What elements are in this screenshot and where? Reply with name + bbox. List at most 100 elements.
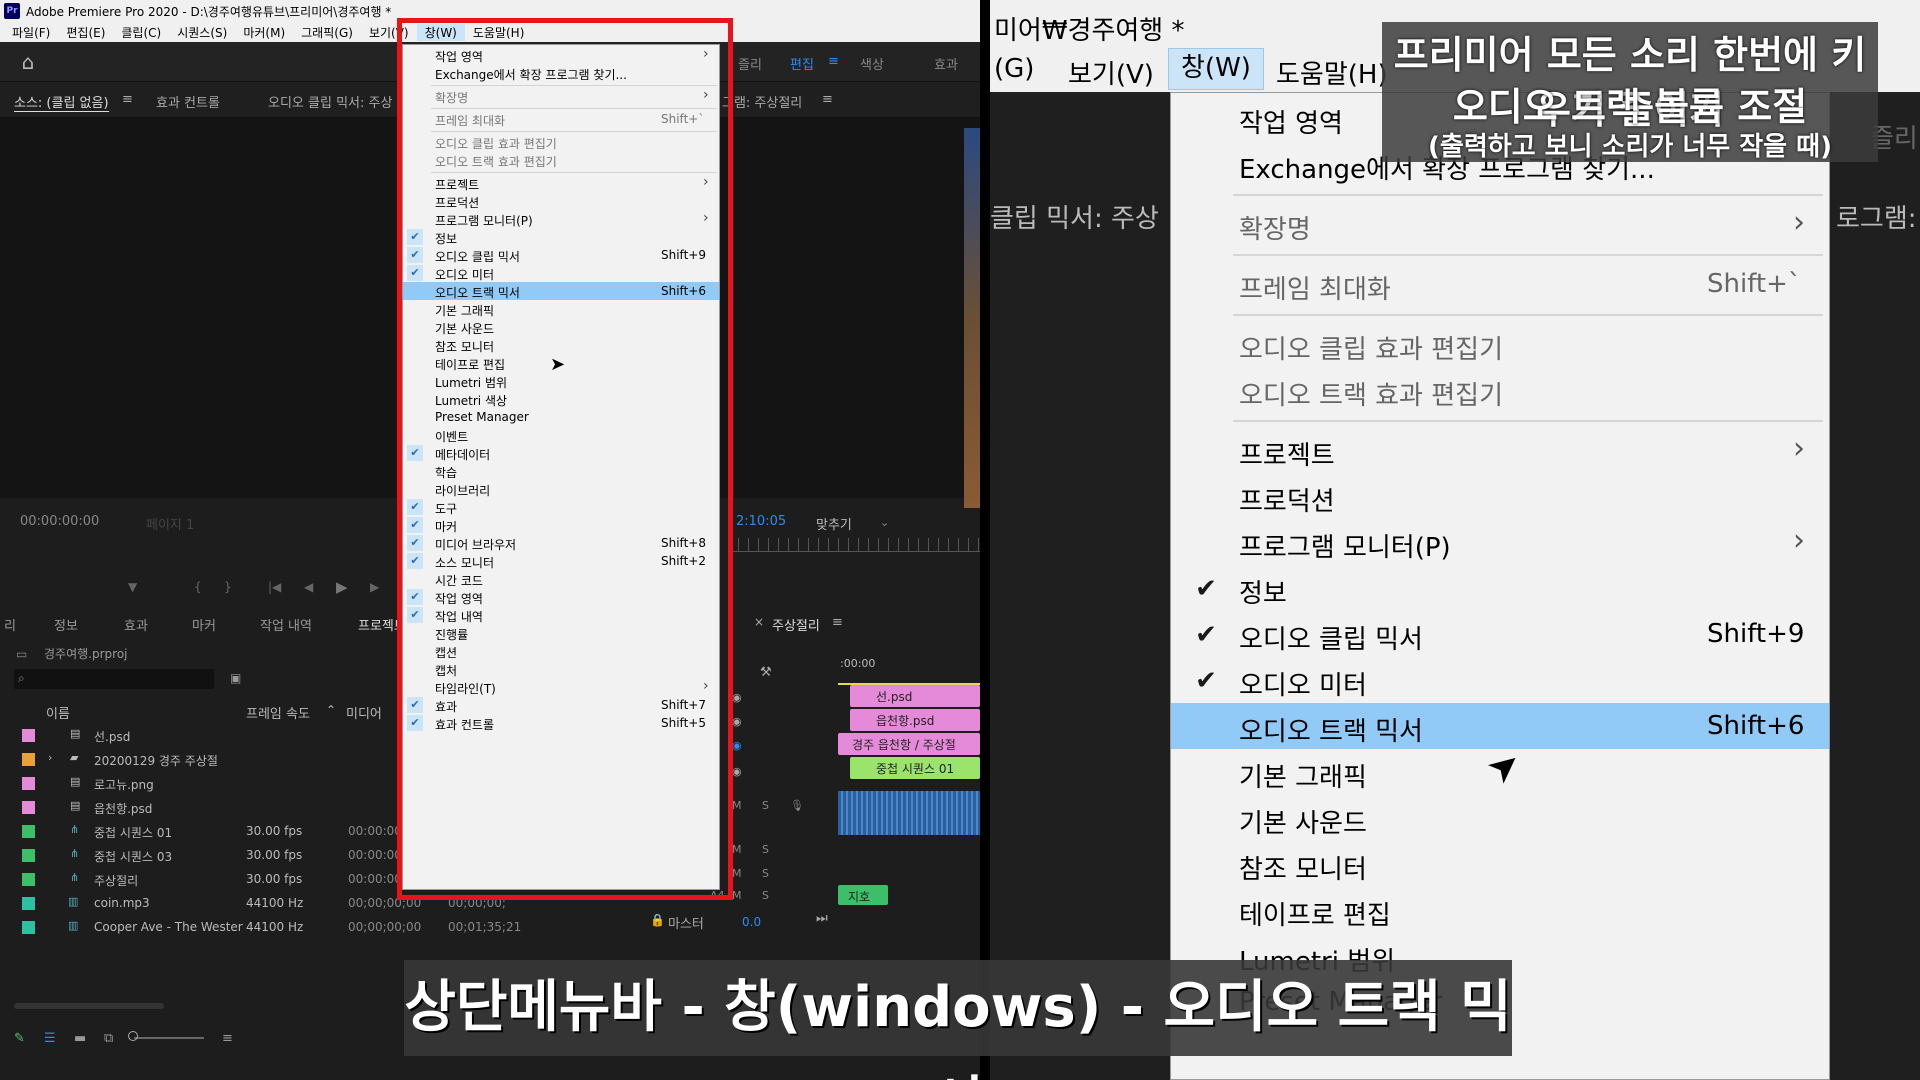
mark-out-icon[interactable]: } [224, 580, 232, 594]
new-bin-icon[interactable]: ▣ [230, 671, 241, 685]
workspace-tab-edit[interactable]: 편집 [790, 54, 814, 73]
program-ruler[interactable] [728, 538, 980, 552]
audio-waveform-clip[interactable] [838, 791, 980, 835]
timeline-clip[interactable]: 중첩 시퀀스 01 [850, 757, 980, 779]
workspace-tab-effects[interactable]: 효과 [934, 54, 958, 73]
tab-info[interactable]: 정보 [54, 615, 78, 634]
lock-icon[interactable]: 🔒 [650, 913, 665, 927]
tab-effects[interactable]: 효과 [124, 615, 148, 634]
project-name: 경주여행.prproj [44, 647, 128, 661]
list-item[interactable]: ▥ Cooper Ave - The Wester 44100 Hz 00;00… [18, 915, 538, 939]
mark-in-icon[interactable]: { [194, 580, 202, 594]
go-to-end-icon[interactable]: ⏭ [816, 911, 828, 926]
project-scrollbar[interactable] [14, 1003, 164, 1009]
play-icon[interactable]: ▶ [336, 578, 348, 596]
eye-icon[interactable]: ◉ [732, 691, 742, 704]
menu-item-label: 테이프로 편집 [1239, 901, 1391, 931]
column-frame-rate[interactable]: 프레임 속도 [246, 703, 310, 722]
home-icon[interactable]: ⌂ [14, 50, 42, 74]
tab-history[interactable]: 작업 내역 [260, 615, 312, 634]
zoom-menu-item-20[interactable]: 테이프로 편집 [1171, 887, 1829, 933]
item-name: 읍천항.psd [94, 802, 153, 816]
zoom-slider[interactable] [128, 1031, 204, 1041]
solo-icon[interactable]: S [762, 843, 769, 856]
tab-program[interactable]: 그램: 주상절리 [722, 92, 802, 111]
icon-view-icon[interactable]: ▬ [74, 1031, 86, 1046]
workspace-tab-assembly[interactable]: 즐리 [738, 54, 762, 73]
menu-file[interactable]: 파일(F) [4, 24, 58, 41]
zoom-menu-graphics[interactable]: (G) [994, 54, 1034, 84]
chevron-right-icon[interactable]: › [48, 751, 52, 764]
premiere-window: Pr Adobe Premiere Pro 2020 - D:\경주여행유튜브\… [0, 0, 980, 1080]
sort-icon[interactable]: ≡ [222, 1031, 233, 1046]
mute-icon[interactable]: M [732, 799, 742, 812]
zoom-menu-item-14[interactable]: ✔ 오디오 클립 믹서 Shift+9 [1171, 611, 1829, 657]
chevron-right-icon: › [1793, 205, 1805, 240]
timeline-clip[interactable]: 경주 읍천항 / 주상절 [838, 733, 980, 755]
zoom-slider-handle[interactable] [128, 1031, 138, 1041]
freeform-view-icon[interactable]: ⧉ [104, 1031, 113, 1046]
project-search-input[interactable]: ⌕ [14, 669, 214, 689]
timeline-clip[interactable]: 지호 [838, 885, 888, 905]
microphone-icon[interactable]: 🎙 [790, 799, 804, 812]
marker-icon[interactable]: ▼ [128, 580, 137, 594]
mute-icon[interactable]: M [732, 889, 742, 902]
step-back-icon[interactable]: ◀ [304, 580, 313, 594]
eye-icon[interactable]: ◉ [732, 765, 742, 778]
zoom-menu-help[interactable]: 도움말(H) [1276, 54, 1388, 91]
menu-clip[interactable]: 클립(C) [113, 24, 169, 41]
zoom-menu-item-10[interactable]: 프로젝트 › [1171, 427, 1829, 473]
item-media-start: 00;00;00;00 [348, 920, 422, 934]
solo-icon[interactable]: S [762, 889, 769, 902]
menu-marker[interactable]: 마커(M) [235, 24, 293, 41]
menu-graphics[interactable]: 그래픽(G) [293, 24, 361, 41]
menu-edit[interactable]: 편집(E) [58, 24, 113, 41]
zoom-menu-item-15[interactable]: ✔ 오디오 미터 [1171, 657, 1829, 703]
timeline-clip[interactable]: 선.psd [850, 685, 980, 707]
source-timecode[interactable]: 00:00:00:00 [20, 514, 99, 529]
mute-icon[interactable]: M [732, 867, 742, 880]
sequence-icon: ⋔ [70, 847, 80, 860]
tab-timeline-sequence[interactable]: 주상절리 [772, 615, 820, 634]
chevron-down-icon[interactable]: ⌄ [880, 516, 889, 529]
workspace-tab-color[interactable]: 색상 [860, 54, 884, 73]
step-forward-icon[interactable]: ▶ [370, 580, 379, 594]
zoom-menu-item-18[interactable]: 기본 사운드 [1171, 795, 1829, 841]
wrench-icon[interactable]: ⚒ [760, 665, 772, 680]
solo-icon[interactable]: S [762, 799, 769, 812]
hamburger-icon[interactable]: ≡ [828, 54, 839, 69]
hamburger-icon[interactable]: ≡ [832, 615, 843, 630]
zoom-menu-window[interactable]: 창(W) [1168, 48, 1264, 90]
timeline-clip[interactable]: 읍천항.psd [850, 709, 980, 731]
tab-audio-clip-mixer[interactable]: 오디오 클립 믹서: 주상 [268, 92, 392, 111]
source-page-select[interactable]: 페이지 1 [146, 514, 194, 533]
zoom-menu-item-19[interactable]: 참조 모니터 [1171, 841, 1829, 887]
program-monitor: 2:10:05 맞추기 ⌄ [700, 118, 980, 533]
list-view-icon[interactable]: ☰ [44, 1031, 56, 1046]
menu-sequence[interactable]: 시퀀스(S) [169, 24, 235, 41]
close-icon[interactable]: × [754, 615, 764, 629]
mute-icon[interactable]: M [732, 843, 742, 856]
tab-libraries[interactable]: 리 [4, 615, 16, 634]
zoom-menu-item-11[interactable]: 프로덕션 [1171, 473, 1829, 519]
eye-icon[interactable]: ◉ [732, 739, 742, 752]
zoom-menu-item-12[interactable]: 프로그램 모니터(P) › [1171, 519, 1829, 565]
pencil-icon[interactable]: ✎ [14, 1031, 25, 1046]
hamburger-icon[interactable]: ≡ [822, 92, 833, 107]
column-name[interactable]: 이름 [46, 703, 70, 722]
tab-effect-controls[interactable]: 효과 컨트롤 [156, 92, 220, 111]
label-color-chip [22, 801, 35, 814]
zoom-menu-view[interactable]: 보기(V) [1068, 54, 1154, 91]
eye-icon[interactable]: ◉ [732, 715, 742, 728]
sort-ascending-icon[interactable]: ⌃ [326, 703, 336, 717]
go-to-in-icon[interactable]: |◀ [268, 580, 281, 594]
column-media[interactable]: 미디어 [346, 703, 382, 722]
zoom-menu-item-13[interactable]: ✔ 정보 [1171, 565, 1829, 611]
hamburger-icon[interactable]: ≡ [122, 92, 133, 107]
solo-icon[interactable]: S [762, 867, 769, 880]
fit-select[interactable]: 맞추기 [816, 514, 852, 533]
tab-markers[interactable]: 마커 [192, 615, 216, 634]
master-value[interactable]: 0.0 [742, 915, 761, 929]
tab-source[interactable]: 소스: (클립 없음) [14, 92, 109, 112]
program-timecode[interactable]: 2:10:05 [736, 514, 786, 529]
